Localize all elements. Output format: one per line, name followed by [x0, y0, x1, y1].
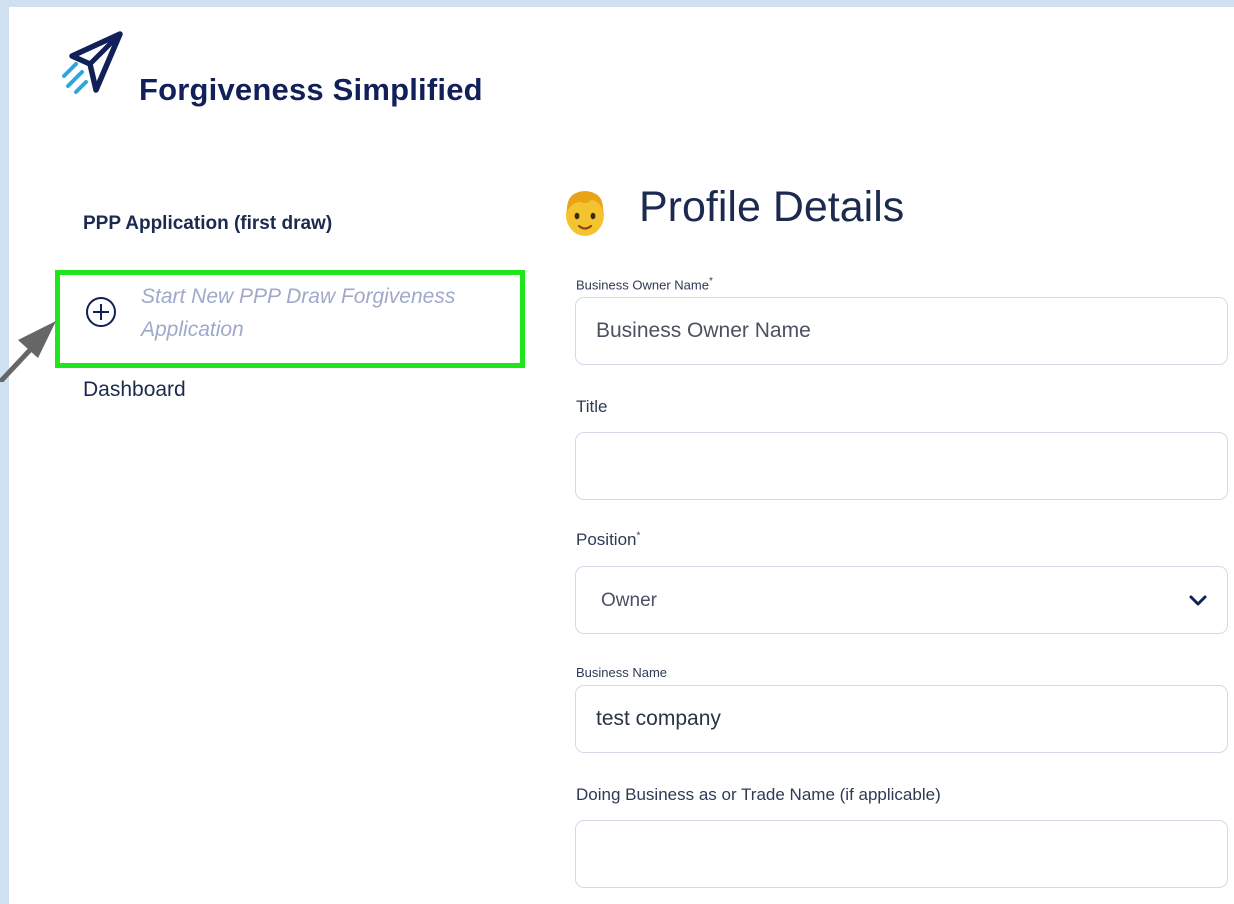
- pointer-arrow-icon: [0, 321, 56, 382]
- dba-label: Doing Business as or Trade Name (if appl…: [576, 785, 941, 804]
- person-emoji-icon: [566, 191, 604, 236]
- start-new-application-label: Start New PPP Draw Forgiveness Applicati…: [141, 285, 456, 341]
- page-title: Profile Details: [639, 183, 905, 231]
- sidebar-item-dashboard[interactable]: Dashboard: [83, 378, 186, 402]
- position-selected-value: Owner: [601, 590, 657, 611]
- title-input[interactable]: [575, 432, 1228, 500]
- title-label: Title: [576, 397, 608, 416]
- paper-plane-icon: [62, 31, 123, 94]
- business-name-input[interactable]: [575, 685, 1228, 753]
- brand-name: Forgiveness Simplified: [139, 72, 483, 107]
- dba-input[interactable]: [575, 820, 1228, 888]
- chevron-down-icon: [1189, 595, 1207, 606]
- sidebar-heading: PPP Application (first draw): [83, 213, 333, 234]
- plus-circle-icon: [86, 297, 116, 327]
- position-label: Position*: [576, 530, 641, 549]
- business-name-label: Business Name: [576, 665, 668, 680]
- business-owner-name-input[interactable]: [575, 297, 1228, 365]
- position-select[interactable]: Owner: [575, 566, 1228, 634]
- start-new-application-link[interactable]: Start New PPP Draw Forgiveness Applicati…: [55, 270, 525, 368]
- business-owner-name-label: Business Owner Name*: [576, 276, 713, 293]
